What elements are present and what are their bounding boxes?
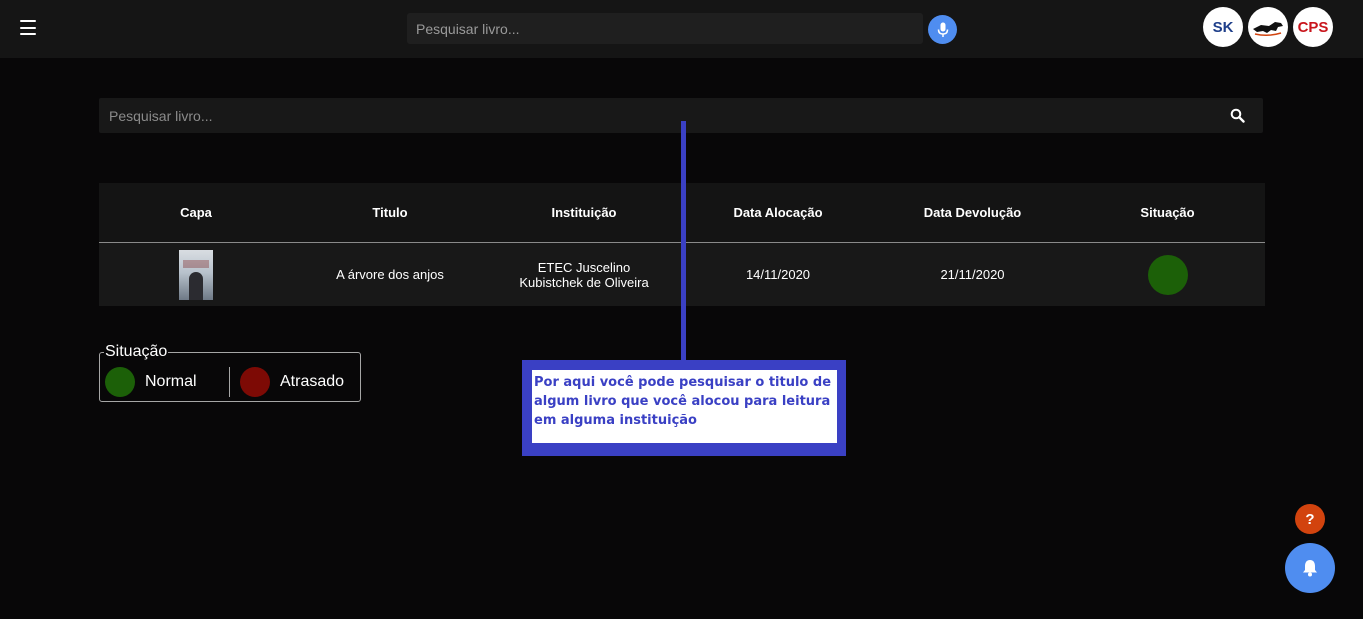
status-cell	[1070, 243, 1265, 306]
legend-label-late: Atrasado	[280, 373, 345, 390]
horse-logo[interactable]	[1248, 7, 1288, 47]
notifications-button[interactable]	[1285, 543, 1335, 593]
column-header-title: Titulo	[372, 205, 408, 220]
column-header-cover: Capa	[180, 205, 212, 220]
legend-label-normal: Normal	[145, 373, 197, 390]
legend-title: Situação	[104, 343, 169, 361]
search-icon[interactable]	[1230, 108, 1245, 123]
hamburger-icon[interactable]	[20, 20, 36, 35]
tutorial-tooltip-text: Por aqui você pode pesquisar o titulo de…	[532, 370, 837, 443]
header-search-input[interactable]	[407, 13, 923, 44]
legend-item-late: Atrasado	[240, 367, 344, 397]
tutorial-pointer-line	[681, 121, 686, 361]
sk-logo[interactable]: SK	[1203, 7, 1243, 47]
column-header-allocation-date: Data Alocação	[733, 205, 823, 220]
return-date-cell: 21/11/2020	[940, 267, 1005, 282]
title-cell: A árvore dos anjos	[336, 267, 444, 282]
legend-dot-normal	[105, 367, 135, 397]
column-header-return-date: Data Devolução	[923, 205, 1022, 220]
allocation-date-cell: 14/11/2020	[745, 267, 811, 282]
status-legend: Situação Normal Atrasado	[99, 343, 361, 402]
microphone-button[interactable]	[928, 15, 957, 44]
microphone-icon	[937, 22, 948, 37]
legend-divider	[229, 367, 230, 397]
column-header-institution: Instituição	[551, 205, 617, 220]
column-header-status: Situação	[1140, 205, 1195, 220]
cps-logo[interactable]: CPS	[1293, 7, 1333, 47]
status-indicator-normal	[1147, 254, 1188, 295]
help-button[interactable]: ?	[1295, 504, 1325, 534]
top-navbar: SK CPS	[0, 0, 1363, 58]
institution-cell: ETEC Juscelino Kubistchek de Oliveira	[519, 259, 649, 290]
bell-icon	[1303, 560, 1317, 577]
cover-cell	[99, 243, 293, 306]
book-cover[interactable]	[179, 249, 213, 300]
legend-item-normal: Normal	[105, 367, 197, 397]
legend-dot-late	[240, 367, 270, 397]
tutorial-tooltip: Por aqui você pode pesquisar o titulo de…	[522, 360, 846, 456]
